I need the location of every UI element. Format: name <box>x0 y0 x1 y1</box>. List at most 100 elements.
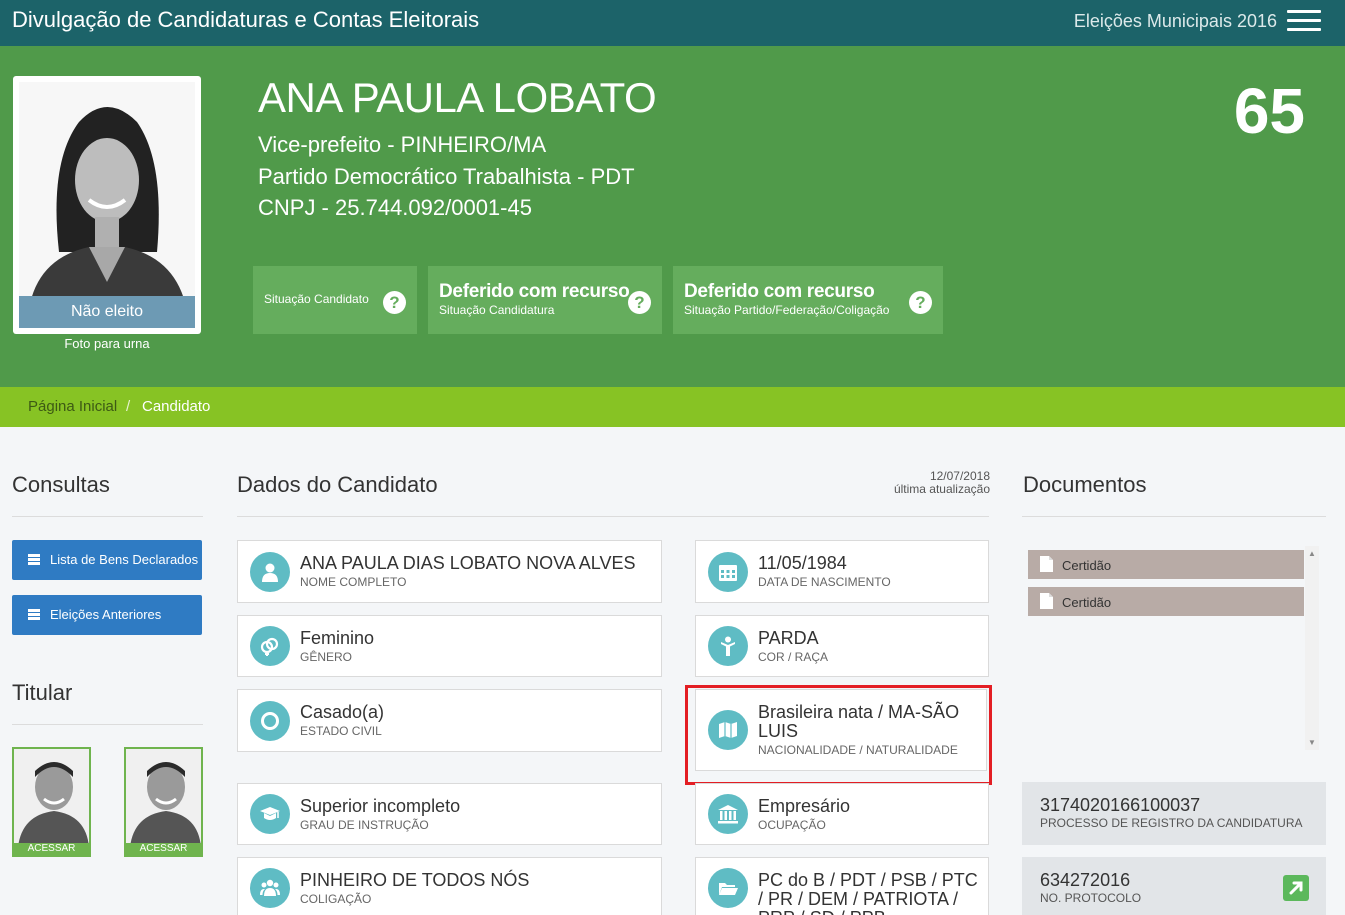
divider <box>12 516 203 517</box>
highlight-box <box>685 685 992 785</box>
file-icon <box>1040 556 1053 572</box>
ocupacao-card: Empresário OCUPAÇÃO <box>695 783 989 845</box>
scroll-down-icon[interactable]: ▼ <box>1308 738 1316 747</box>
grau-instrucao-card: Superior incompleto GRAU DE INSTRUÇÃO <box>237 783 662 845</box>
card-value: PC do B / PDT / PSB / PTC / PR / DEM / P… <box>758 870 978 915</box>
bank-icon <box>708 794 748 834</box>
card-label: NOME COMPLETO <box>300 575 407 589</box>
consultas-title: Consultas <box>12 472 110 497</box>
card-label: ESTADO CIVIL <box>300 724 382 738</box>
calendar-icon <box>708 551 748 592</box>
card-label: COR / RAÇA <box>758 650 829 664</box>
person-icon <box>708 626 748 666</box>
election-result-label: Não eleito <box>19 296 195 328</box>
file-icon <box>1040 593 1053 609</box>
button-label: Lista de Bens Declarados <box>50 552 199 567</box>
acessar-label: ACESSAR <box>14 843 89 855</box>
help-icon[interactable]: ? <box>383 291 406 314</box>
dados-title: Dados do Candidato <box>237 472 438 497</box>
document-label: Certidão <box>1062 595 1112 610</box>
titular-photo <box>126 749 201 847</box>
eleicoes-anteriores-button[interactable]: Eleições Anteriores <box>12 595 202 635</box>
breadcrumb-separator: / <box>126 398 131 415</box>
partidos-card: PC do B / PDT / PSB / PTC / PR / DEM / P… <box>695 857 989 915</box>
list-icon <box>28 554 40 565</box>
card-value: PINHEIRO DE TODOS NÓS <box>300 870 530 890</box>
titular-title: Titular <box>12 680 73 705</box>
status-box-caption: Situação Partido/Federação/Coligação <box>684 303 890 317</box>
card-label: DATA DE NASCIMENTO <box>758 575 891 589</box>
card-value: PARDA <box>758 628 819 648</box>
titular-card[interactable]: ACESSAR <box>124 747 203 857</box>
card-label: GÊNERO <box>300 650 353 664</box>
status-box-candidatura: Deferido com recurso Situação Candidatur… <box>428 266 662 334</box>
candidate-number: 65 <box>1233 75 1305 147</box>
help-icon[interactable]: ? <box>909 291 932 314</box>
protocol-number: 634272016 <box>1040 870 1131 890</box>
candidate-office: Vice-prefeito - PINHEIRO/MA <box>258 132 547 157</box>
cor-raca-card: PARDA COR / RAÇA <box>695 615 989 677</box>
card-value: ANA PAULA DIAS LOBATO NOVA ALVES <box>300 553 636 573</box>
breadcrumb: Página Inicial / Candidato <box>0 387 1345 427</box>
process-number-box: 3174020166100037 PROCESSO DE REGISTRO DA… <box>1022 782 1326 845</box>
scroll-up-icon[interactable]: ▲ <box>1308 549 1316 558</box>
card-value: 11/05/1984 <box>758 553 847 573</box>
protocol-number-box: 634272016 NO. PROTOCOLO <box>1022 857 1326 915</box>
card-label: GRAU DE INSTRUÇÃO <box>300 818 429 832</box>
documents-scrollbar[interactable]: ▲ ▼ <box>1305 546 1319 750</box>
candidate-photo-card: Não eleito <box>13 76 201 334</box>
top-bar: Divulgação de Candidaturas e Contas Elei… <box>0 0 1345 46</box>
election-label: Eleições Municipais 2016 <box>1073 11 1277 31</box>
hamburger-menu-icon[interactable] <box>1287 10 1321 32</box>
gender-icon <box>250 626 290 666</box>
documentos-title: Documentos <box>1023 472 1147 497</box>
candidate-photo <box>19 82 195 328</box>
card-label: OCUPAÇÃO <box>758 818 826 832</box>
card-label: COLIGAÇÃO <box>300 892 372 906</box>
status-box-partido: Deferido com recurso Situação Partido/Fe… <box>673 266 943 334</box>
external-link-icon[interactable] <box>1283 875 1309 901</box>
documents-list: Certidão Certidão <box>1022 543 1320 751</box>
candidate-header: Não eleito Foto para urna ANA PAULA LOBA… <box>0 46 1345 387</box>
data-nascimento-card: 11/05/1984 DATA DE NASCIMENTO <box>695 540 989 603</box>
status-box-caption: Situação Candidato <box>264 292 369 306</box>
help-icon[interactable]: ? <box>628 291 651 314</box>
graduation-cap-icon <box>250 794 290 834</box>
bens-declarados-button[interactable]: Lista de Bens Declarados <box>12 540 202 580</box>
document-label: Certidão <box>1062 558 1112 573</box>
status-box-value: Deferido com recurso <box>684 281 875 302</box>
protocol-label: NO. PROTOCOLO <box>1040 891 1142 905</box>
certidao-document-link[interactable]: Certidão <box>1028 550 1304 579</box>
divider <box>1022 516 1326 517</box>
button-label: Eleições Anteriores <box>50 607 162 622</box>
card-value: Superior incompleto <box>300 796 461 816</box>
genero-card: Feminino GÊNERO <box>237 615 662 677</box>
acessar-label: ACESSAR <box>126 843 201 855</box>
coligacao-card: PINHEIRO DE TODOS NÓS COLIGAÇÃO <box>237 857 662 915</box>
status-box-caption: Situação Candidatura <box>439 303 555 317</box>
breadcrumb-current: Candidato <box>142 398 211 415</box>
user-icon <box>250 551 290 592</box>
breadcrumb-home-link[interactable]: Página Inicial <box>28 398 117 415</box>
folder-icon <box>708 868 748 908</box>
divider <box>237 516 989 517</box>
titular-card[interactable]: ACESSAR <box>12 747 91 857</box>
card-value: Empresário <box>758 796 851 816</box>
certidao-document-link[interactable]: Certidão <box>1028 587 1304 616</box>
estado-civil-card: Casado(a) ESTADO CIVIL <box>237 689 662 752</box>
candidate-cnpj: CNPJ - 25.744.092/0001-45 <box>258 195 532 220</box>
list-icon <box>28 609 40 620</box>
ring-icon <box>250 700 290 741</box>
candidate-party: Partido Democrático Trabalhista - PDT <box>258 164 635 189</box>
status-box-value: Deferido com recurso <box>439 281 630 302</box>
group-icon <box>250 868 290 908</box>
last-update: 12/07/2018 última atualização <box>860 470 990 496</box>
process-label: PROCESSO DE REGISTRO DA CANDIDATURA <box>1040 816 1303 830</box>
candidate-name: ANA PAULA LOBATO <box>258 74 657 121</box>
process-number: 3174020166100037 <box>1040 795 1201 815</box>
titular-photo <box>14 749 89 847</box>
nome-completo-card: ANA PAULA DIAS LOBATO NOVA ALVES NOME CO… <box>237 540 662 603</box>
photo-caption: Foto para urna <box>64 336 150 351</box>
divider <box>12 724 203 725</box>
site-title[interactable]: Divulgação de Candidaturas e Contas Elei… <box>12 7 479 33</box>
